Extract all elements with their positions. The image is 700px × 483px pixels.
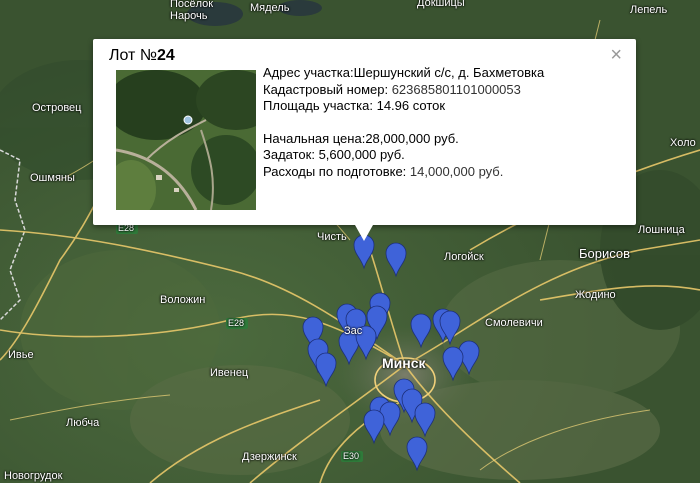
map-label: Дзержинск: [242, 451, 297, 463]
map-label: Жодино: [575, 289, 616, 301]
lot-photo: [116, 70, 256, 210]
map-label: Любча: [66, 417, 100, 429]
price-value: 28,000,000 руб.: [365, 130, 459, 146]
road-shield-label: E30: [343, 451, 360, 461]
address-value: Шершунский с/с, д. Бахметовка: [353, 65, 545, 80]
area-value: 14.96 соток: [376, 98, 446, 113]
map-label: Ошмяны: [30, 172, 75, 184]
address-label: Адрес участка:: [263, 65, 354, 80]
close-icon[interactable]: ×: [610, 45, 622, 65]
road-shield-label: E28: [228, 318, 245, 328]
map-label: Борисов: [579, 246, 631, 261]
map-label: Зас: [344, 325, 363, 337]
deposit-row: Задаток: 5,600,000 руб.: [263, 147, 544, 164]
address-row: Адрес участка:Шершунский с/с, д. Бахмето…: [263, 65, 544, 82]
map-label: Мядель: [250, 2, 290, 14]
lot-number: 24: [156, 47, 175, 64]
map-label: Посёлок Нарочь: [170, 0, 214, 22]
map-label: Ивенец: [210, 367, 249, 379]
map-label: Смолевичи: [485, 317, 543, 329]
cadastral-value: 623685801101000053: [391, 81, 521, 97]
cadastral-label: Кадастровый номер:: [263, 81, 392, 97]
map-label: Чисть: [317, 231, 347, 243]
map-label: Островец: [32, 102, 82, 114]
popup-title: Лот №24: [109, 47, 175, 65]
map-label: Логойск: [444, 251, 484, 263]
costs-value: 14,000,000 руб.: [409, 163, 504, 179]
cadastral-row: Кадастровый номер: 623685801101000053: [263, 82, 544, 99]
deposit-label: Задаток:: [263, 147, 319, 162]
popup-title-prefix: Лот №: [109, 47, 157, 64]
price-label: Начальная цена:: [263, 130, 366, 146]
map-label: Лепель: [630, 4, 668, 16]
lot-info-window: Лот №24 × Адрес участка:Шершунский с/с, …: [93, 39, 636, 241]
area-label: Площадь участка:: [263, 98, 377, 113]
deposit-value: 5,600,000 руб.: [318, 147, 405, 162]
price-row: Начальная цена:28,000,000 руб.: [263, 131, 544, 148]
costs-label: Расходы по подготовке:: [263, 163, 410, 179]
map-label: Докшицы: [417, 0, 465, 9]
costs-row: Расходы по подготовке: 14,000,000 руб.: [263, 164, 544, 181]
map-label: Воложин: [160, 294, 206, 306]
map-label: Ивье: [8, 349, 34, 361]
lot-details: Адрес участка:Шершунский с/с, д. Бахмето…: [263, 65, 544, 180]
area-row: Площадь участка: 14.96 соток: [263, 98, 544, 115]
map-label: Холо: [670, 137, 696, 149]
map-label: Лошница: [638, 224, 685, 236]
map-label-capital: Минск: [382, 355, 426, 371]
map-label: Новогрудок: [4, 470, 63, 482]
